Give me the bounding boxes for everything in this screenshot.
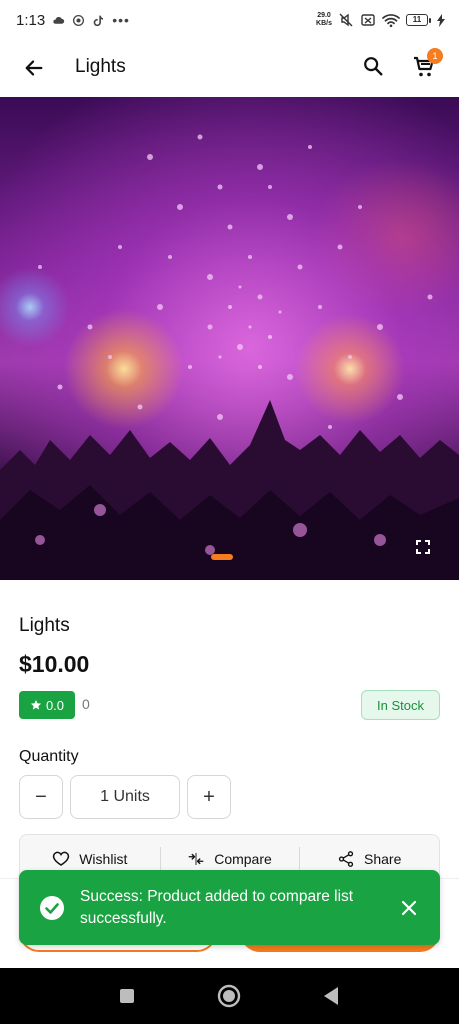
- rating-badge: 0.0: [19, 691, 75, 719]
- compare-label: Compare: [214, 851, 272, 867]
- wishlist-label: Wishlist: [79, 851, 128, 867]
- search-icon: [364, 57, 383, 76]
- toast-message: Success: Product added to compare list s…: [80, 887, 354, 927]
- square-icon: [120, 989, 134, 1003]
- no-sim-icon: [361, 14, 375, 26]
- battery-indicator: 11: [406, 14, 431, 26]
- quantity-label: Quantity: [19, 748, 79, 765]
- review-count: 0: [82, 696, 90, 712]
- wifi-icon: [382, 14, 400, 28]
- close-icon: [401, 900, 417, 915]
- recents-button[interactable]: [114, 983, 140, 1009]
- back-button[interactable]: [20, 54, 48, 82]
- cloud-icon: [53, 16, 65, 24]
- product-detail-screen: 1:13 ••• 29.0 KB/s 11 Lights 1 Lights $1…: [0, 0, 459, 1024]
- crowd-silhouette: [0, 400, 459, 580]
- quantity-decrease-button[interactable]: −: [19, 775, 63, 819]
- product-image[interactable]: [0, 97, 459, 580]
- circle-home-icon: [217, 984, 241, 1008]
- gallery-page-indicator: [211, 554, 233, 560]
- quantity-increase-button[interactable]: +: [187, 775, 231, 819]
- triangle-back-icon: [324, 987, 338, 1005]
- success-toast: Success: Product added to compare list s…: [19, 870, 440, 945]
- app-bar: Lights: [0, 40, 459, 96]
- cart-count-badge: 1: [427, 48, 443, 64]
- face-icon: [73, 14, 85, 26]
- status-time: 1:13: [16, 11, 46, 29]
- rating-value: 0.0: [45, 697, 65, 713]
- fullscreen-icon: [416, 540, 430, 554]
- product-price: $10.00: [19, 651, 90, 677]
- star-icon: [30, 700, 42, 710]
- stock-status-badge: In Stock: [361, 690, 440, 720]
- back-nav-button[interactable]: [318, 983, 344, 1009]
- heart-icon: [53, 851, 70, 866]
- home-button[interactable]: [216, 983, 242, 1009]
- mute-icon: [339, 13, 353, 27]
- share-label: Share: [364, 851, 402, 867]
- share-icon: [338, 851, 354, 867]
- charging-icon: [437, 13, 445, 27]
- status-bar: 1:13 ••• 29.0 KB/s 11: [0, 0, 459, 40]
- more-notifications-icon: •••: [112, 12, 130, 28]
- arrow-left-icon: [25, 60, 43, 76]
- compare-icon: [188, 853, 204, 865]
- toast-close-button[interactable]: [398, 897, 420, 919]
- check-circle-icon: [39, 895, 65, 921]
- product-name: Lights: [19, 615, 70, 636]
- system-navigation-bar: [0, 968, 459, 1024]
- quantity-field[interactable]: 1 Units: [70, 775, 180, 819]
- network-speed: 29.0 KB/s: [316, 12, 332, 27]
- page-title: Lights: [75, 56, 126, 77]
- fullscreen-button[interactable]: [411, 535, 435, 559]
- search-button[interactable]: [359, 52, 387, 80]
- tiktok-icon: [93, 15, 104, 26]
